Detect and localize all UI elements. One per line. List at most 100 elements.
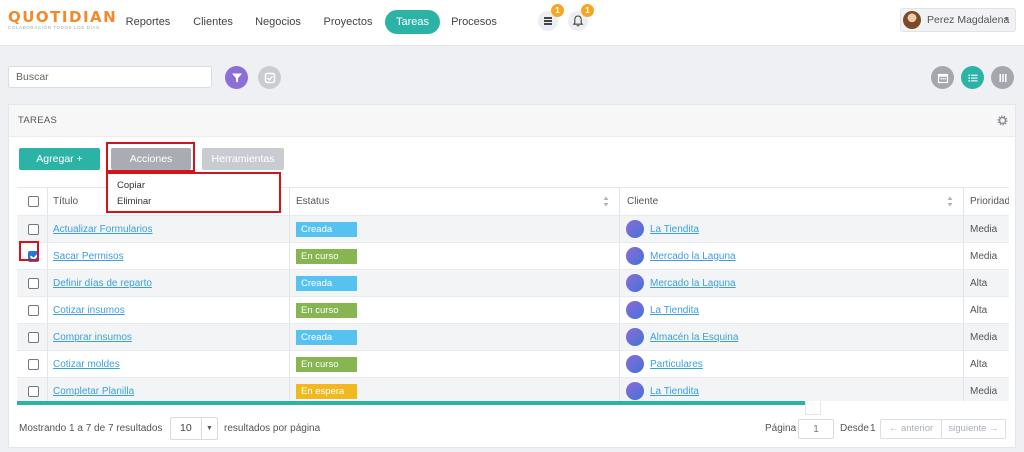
tasks-list-icon[interactable]: 1 (538, 4, 564, 31)
prev-page-button[interactable]: ← anterior (880, 419, 942, 439)
client-link[interactable]: La Tiendita (650, 224, 699, 235)
list-view-button[interactable] (961, 66, 984, 89)
logo-text: QUOTIDIAN (8, 8, 118, 26)
task-title-link[interactable]: Sacar Permisos (53, 251, 124, 262)
nav-clientes[interactable]: Clientes (188, 10, 238, 34)
column-divider (47, 270, 48, 296)
total-pages: 1 (870, 423, 876, 434)
per-page-select[interactable]: 10 ▼ (170, 417, 218, 440)
column-divider (47, 324, 48, 350)
task-title-link[interactable]: Definir días de reparto (53, 278, 152, 289)
column-divider (289, 270, 290, 296)
nav-negocios[interactable]: Negocios (250, 10, 306, 34)
table-row[interactable]: Definir días de reparto Creada Mercado la … (17, 270, 1009, 297)
add-task-button[interactable]: Agregar + (19, 148, 100, 170)
bell-icon[interactable]: 1 (568, 4, 594, 31)
client-link[interactable]: Mercado la Laguna (650, 251, 736, 262)
page-number-input[interactable] (798, 419, 834, 439)
menu-item-delete[interactable]: Eliminar (117, 196, 151, 207)
row-select-cell (17, 216, 47, 242)
nav-reportes[interactable]: Reportes (120, 10, 176, 34)
filter-button[interactable] (225, 66, 248, 89)
column-divider (47, 243, 48, 269)
row-checkbox[interactable] (28, 331, 39, 343)
row-checkbox[interactable] (28, 358, 39, 370)
nav-procesos[interactable]: Procesos (447, 10, 501, 34)
table-row[interactable]: Sacar Permisos En curso Mercado la Laguna M… (17, 243, 1009, 270)
results-summary: Mostrando 1 a 7 de 7 resultados (19, 423, 163, 434)
priority-cell: Media (970, 250, 998, 262)
client-cell: La Tiendita (626, 297, 946, 323)
table-row[interactable]: Comprar insumos Creada Almacén la Esquina M… (17, 324, 1009, 351)
table-row[interactable]: Cotizar moldes En curso Particulares Alta (17, 351, 1009, 378)
priority-cell: Media (970, 223, 998, 235)
sort-icon[interactable] (603, 196, 609, 207)
client-link[interactable]: Mercado la Laguna (650, 278, 736, 289)
column-divider (47, 216, 48, 242)
sort-icon[interactable] (947, 196, 953, 207)
task-title-cell: Cotizar insumos (53, 297, 283, 323)
next-page-button[interactable]: siguiente → (941, 419, 1006, 439)
column-divider (47, 351, 48, 377)
top-navbar: QUOTIDIAN COLABORACIÓN TODOS LOS DÍAS Re… (0, 0, 1024, 46)
column-divider (289, 188, 290, 215)
status-badge: En curso (296, 302, 357, 318)
client-avatar (626, 355, 644, 373)
check-square-icon (264, 72, 275, 83)
priority-cell: Alta (970, 277, 988, 289)
filter-icon (231, 73, 242, 82)
user-menu[interactable]: Perez Magdalena ▼ (900, 8, 1016, 32)
row-checkbox[interactable] (28, 277, 39, 289)
board-view-button[interactable] (991, 66, 1014, 89)
table-row[interactable]: Completar Planilla En espera La Tiendita Me… (17, 378, 1009, 401)
client-avatar (626, 247, 644, 265)
nav-tareas[interactable]: Tareas (385, 10, 440, 34)
row-select-cell (17, 297, 47, 323)
status-cell: En curso (296, 297, 596, 323)
task-title-cell: Definir días de reparto (53, 270, 283, 296)
search-input[interactable] (8, 66, 212, 88)
task-title-link[interactable]: Cotizar moldes (53, 359, 120, 370)
client-cell: La Tiendita (626, 216, 946, 242)
column-header-priority[interactable]: Prioridad (970, 188, 1009, 215)
logo[interactable]: QUOTIDIAN COLABORACIÓN TODOS LOS DÍAS (8, 8, 118, 31)
client-link[interactable]: Almacén la Esquina (650, 332, 738, 343)
task-title-link[interactable]: Completar Planilla (53, 386, 134, 397)
column-divider (289, 324, 290, 350)
menu-item-copy[interactable]: Copiar (117, 180, 145, 191)
table-row[interactable]: Cotizar insumos En curso La Tiendita Alta (17, 297, 1009, 324)
column-header-client[interactable]: Cliente (627, 188, 927, 215)
status-cell: Creada (296, 270, 596, 296)
select-all-button[interactable] (258, 66, 281, 89)
row-checkbox[interactable] (28, 385, 39, 397)
priority-cell: Media (970, 385, 998, 397)
nav-proyectos[interactable]: Proyectos (318, 10, 378, 34)
horizontal-scrollbar[interactable] (17, 401, 805, 405)
row-checkbox[interactable] (28, 223, 39, 235)
status-badge: Creada (296, 329, 357, 345)
calendar-view-button[interactable] (931, 66, 954, 89)
table-row[interactable]: Actualizar Formularios Creada La Tiendita M… (17, 216, 1009, 243)
column-header-status[interactable]: Estatus (296, 188, 596, 215)
column-divider (289, 351, 290, 377)
client-avatar (626, 382, 644, 400)
status-badge: En curso (296, 356, 357, 372)
panel-title: TAREAS (18, 115, 58, 126)
status-cell: En curso (296, 351, 596, 377)
row-select-cell (17, 324, 47, 350)
status-badge: Creada (296, 275, 357, 291)
header-select-cell (17, 188, 47, 215)
status-cell: Creada (296, 216, 596, 242)
select-all-checkbox[interactable] (28, 196, 39, 207)
client-link[interactable]: La Tiendita (650, 305, 699, 316)
column-divider (289, 243, 290, 269)
client-link[interactable]: Particulares (650, 359, 703, 370)
row-checkbox[interactable] (28, 304, 39, 316)
client-link[interactable]: La Tiendita (650, 386, 699, 397)
status-badge: En curso (296, 248, 357, 264)
task-title-link[interactable]: Actualizar Formularios (53, 224, 152, 235)
tools-button[interactable]: Herramientas (202, 148, 284, 170)
gear-icon[interactable] (997, 115, 1008, 126)
task-title-link[interactable]: Comprar insumos (53, 332, 132, 343)
task-title-link[interactable]: Cotizar insumos (53, 305, 125, 316)
